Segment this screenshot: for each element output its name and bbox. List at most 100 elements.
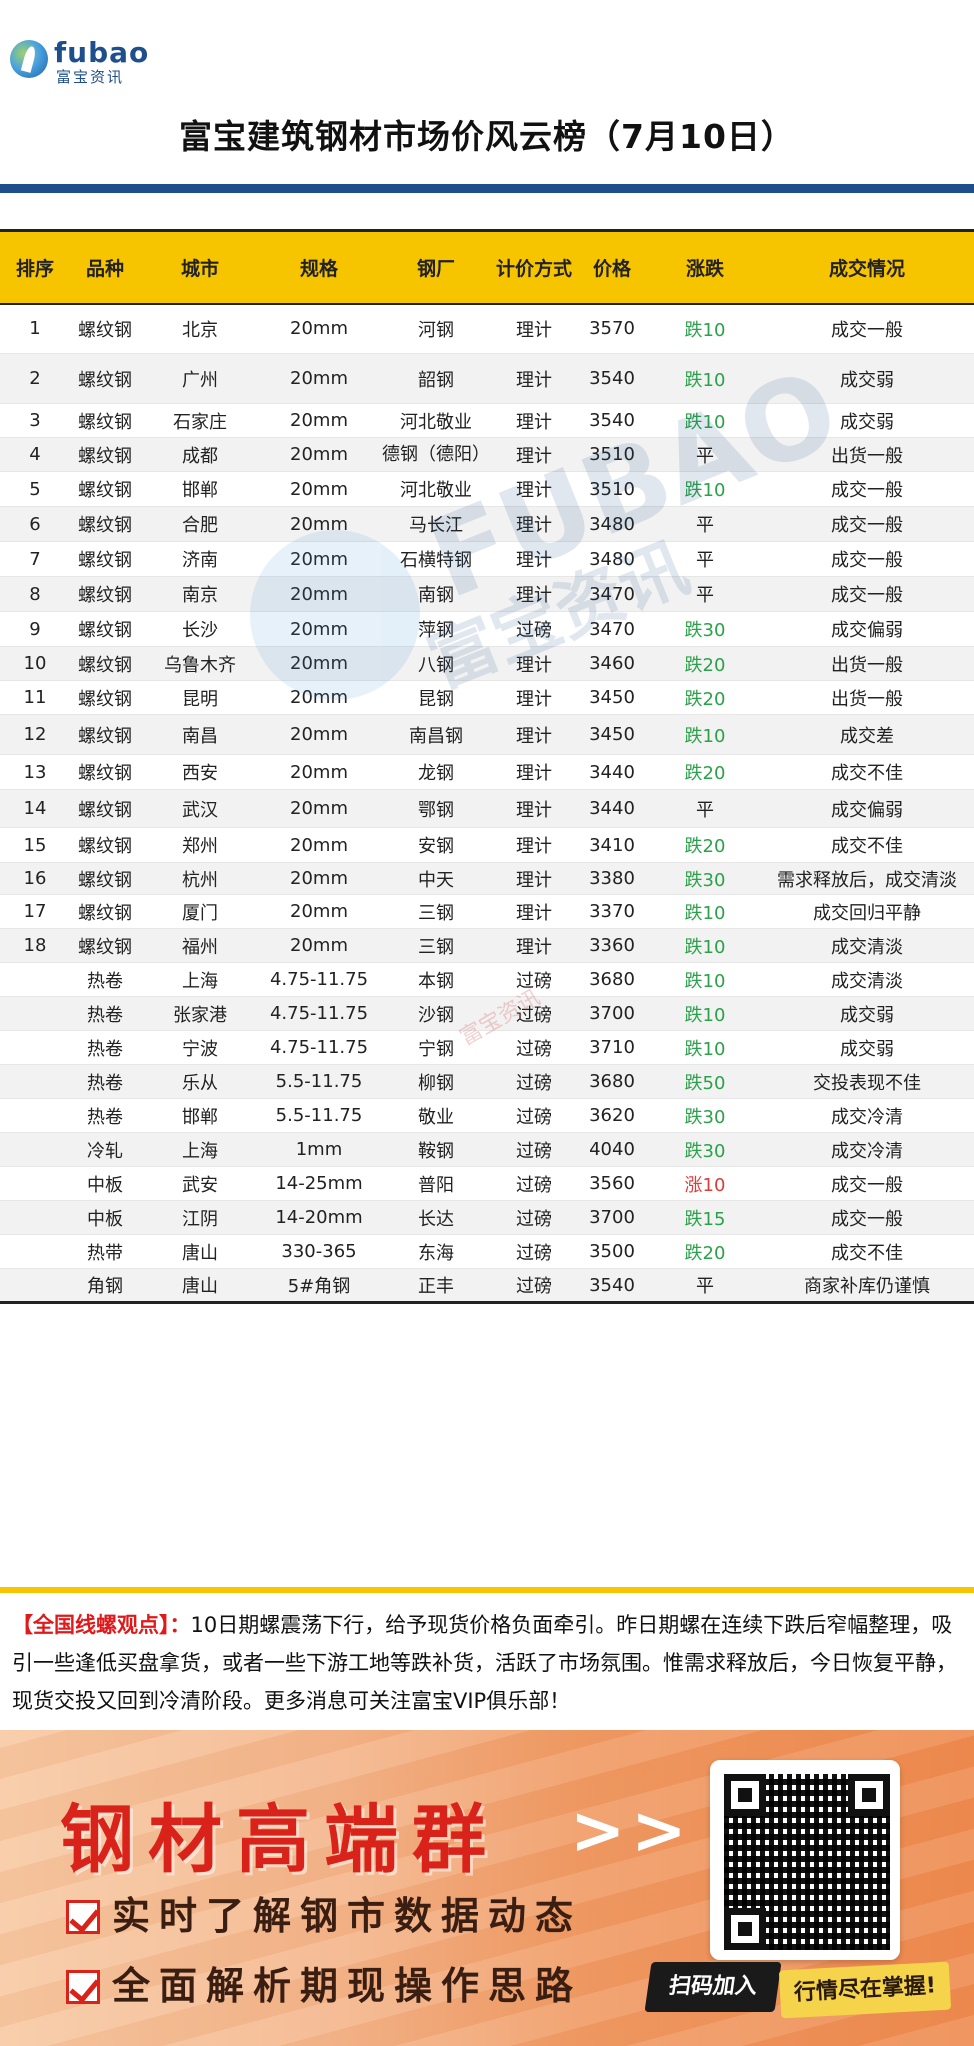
- qr-code[interactable]: [710, 1760, 900, 1960]
- cell-mill: 韶钢: [378, 353, 494, 404]
- col-rank: 排序: [0, 229, 70, 305]
- cell-pricing: 理计: [494, 680, 574, 715]
- cell-price: 3540: [574, 1268, 650, 1304]
- cell-pricing: 过磅: [494, 1268, 574, 1304]
- table-row: 2 螺纹钢 广州 20mm 韶钢 理计 3540 跌10 成交弱: [0, 353, 974, 404]
- cell-city: 厦门: [140, 894, 260, 929]
- scan-join-button[interactable]: 扫码加入: [644, 1962, 782, 2012]
- cell-deal: 成交一般: [760, 303, 974, 354]
- cell-city: 武安: [140, 1166, 260, 1201]
- cell-spec: 20mm: [260, 714, 378, 755]
- title-divider: [0, 184, 974, 193]
- cell-change: 跌20: [650, 754, 760, 790]
- qr-finder: [848, 1774, 890, 1816]
- cell-spec: 20mm: [260, 506, 378, 542]
- cell-spec: 5#角钢: [260, 1268, 378, 1304]
- cell-city: 上海: [140, 1132, 260, 1167]
- cell-product: 螺纹钢: [70, 928, 140, 963]
- table-row: 热卷 邯郸 5.5-11.75 敬业 过磅 3620 跌30 成交冷清: [0, 1098, 974, 1133]
- cell-price: 3470: [574, 576, 650, 612]
- col-mill: 钢厂: [378, 229, 494, 305]
- cell-mill: 河北敬业: [378, 403, 494, 438]
- table-body: 1 螺纹钢 北京 20mm 河钢 理计 3570 跌10 成交一般 2 螺纹钢 广州 20mm 韶钢 理计 3…: [0, 303, 974, 1304]
- cell-change: 跌10: [650, 353, 760, 404]
- cell-product: 螺纹钢: [70, 403, 140, 438]
- cell-rank: [0, 1064, 70, 1099]
- cell-spec: 20mm: [260, 754, 378, 790]
- cell-mill: 三钢: [378, 928, 494, 963]
- promo-banner[interactable]: 钢材高端群 >> 实时了解钢市数据动态 全面解析期现操作思路 扫码加入 行情尽在…: [0, 1730, 974, 2046]
- table-row: 13 螺纹钢 西安 20mm 龙钢 理计 3440 跌20 成交不佳: [0, 754, 974, 790]
- cell-spec: 20mm: [260, 680, 378, 715]
- cell-rank: 17: [0, 894, 70, 929]
- cell-city: 合肥: [140, 506, 260, 542]
- cell-deal: 交投表现不佳: [760, 1064, 974, 1099]
- cell-pricing: 过磅: [494, 1030, 574, 1065]
- table-row: 热卷 乐从 5.5-11.75 柳钢 过磅 3680 跌50 交投表现不佳: [0, 1064, 974, 1099]
- cell-product: 螺纹钢: [70, 862, 140, 895]
- viewpoint-paragraph: 【全国线螺观点】：10日期螺震荡下行，给予现货价格负面牵引。昨日期螺在连续下跌后…: [12, 1606, 967, 1720]
- cell-price: 3410: [574, 827, 650, 863]
- cell-mill: 柳钢: [378, 1064, 494, 1099]
- cell-product: 中板: [70, 1200, 140, 1235]
- cell-spec: 20mm: [260, 789, 378, 828]
- cell-price: 3700: [574, 996, 650, 1031]
- cell-mill: 河钢: [378, 303, 494, 354]
- cell-deal: 成交弱: [760, 403, 974, 438]
- cell-pricing: 理计: [494, 437, 574, 472]
- cell-change: 跌20: [650, 827, 760, 863]
- cell-rank: 15: [0, 827, 70, 863]
- cell-city: 乐从: [140, 1064, 260, 1099]
- cell-city: 济南: [140, 541, 260, 577]
- cell-price: 3570: [574, 303, 650, 354]
- cell-pricing: 理计: [494, 353, 574, 404]
- cell-change: 跌10: [650, 471, 760, 507]
- logo-icon: [10, 40, 48, 78]
- cell-product: 螺纹钢: [70, 611, 140, 647]
- cell-spec: 20mm: [260, 862, 378, 895]
- cell-deal: 成交偏弱: [760, 789, 974, 828]
- cell-mill: 河北敬业: [378, 471, 494, 507]
- qr-finder: [724, 1774, 766, 1816]
- cell-pricing: 过磅: [494, 1234, 574, 1269]
- cell-change: 跌10: [650, 403, 760, 438]
- col-price: 价格: [574, 229, 650, 305]
- cell-deal: 成交不佳: [760, 1234, 974, 1269]
- cell-price: 3710: [574, 1030, 650, 1065]
- cell-pricing: 理计: [494, 506, 574, 542]
- cell-mill: 鞍钢: [378, 1132, 494, 1167]
- cell-rank: [0, 1268, 70, 1304]
- cell-city: 福州: [140, 928, 260, 963]
- cell-mill: 南钢: [378, 576, 494, 612]
- cell-rank: 18: [0, 928, 70, 963]
- table-row: 1 螺纹钢 北京 20mm 河钢 理计 3570 跌10 成交一般: [0, 303, 974, 354]
- cell-deal: 成交一般: [760, 1200, 974, 1235]
- cell-pricing: 理计: [494, 646, 574, 681]
- cell-rank: 11: [0, 680, 70, 715]
- cell-price: 3680: [574, 962, 650, 997]
- cell-rank: 2: [0, 353, 70, 404]
- cell-deal: 成交不佳: [760, 754, 974, 790]
- cell-city: 江阴: [140, 1200, 260, 1235]
- cell-spec: 20mm: [260, 894, 378, 929]
- table-row: 冷轧 上海 1mm 鞍钢 过磅 4040 跌30 成交冷清: [0, 1132, 974, 1167]
- cell-mill: 中天: [378, 862, 494, 895]
- cell-change: 平: [650, 541, 760, 577]
- col-city: 城市: [140, 229, 260, 305]
- cell-city: 南京: [140, 576, 260, 612]
- cell-rank: 16: [0, 862, 70, 895]
- cell-pricing: 过磅: [494, 1166, 574, 1201]
- cell-deal: 成交一般: [760, 541, 974, 577]
- cell-pricing: 理计: [494, 403, 574, 438]
- cell-product: 螺纹钢: [70, 789, 140, 828]
- cell-change: 跌10: [650, 962, 760, 997]
- cell-price: 3440: [574, 789, 650, 828]
- cell-product: 螺纹钢: [70, 714, 140, 755]
- table-row: 12 螺纹钢 南昌 20mm 南昌钢 理计 3450 跌10 成交差: [0, 714, 974, 755]
- cell-pricing: 过磅: [494, 611, 574, 647]
- cell-rank: 12: [0, 714, 70, 755]
- cell-pricing: 理计: [494, 714, 574, 755]
- cell-deal: 成交偏弱: [760, 611, 974, 647]
- qr-code-icon: [724, 1774, 890, 1950]
- cell-pricing: 理计: [494, 894, 574, 929]
